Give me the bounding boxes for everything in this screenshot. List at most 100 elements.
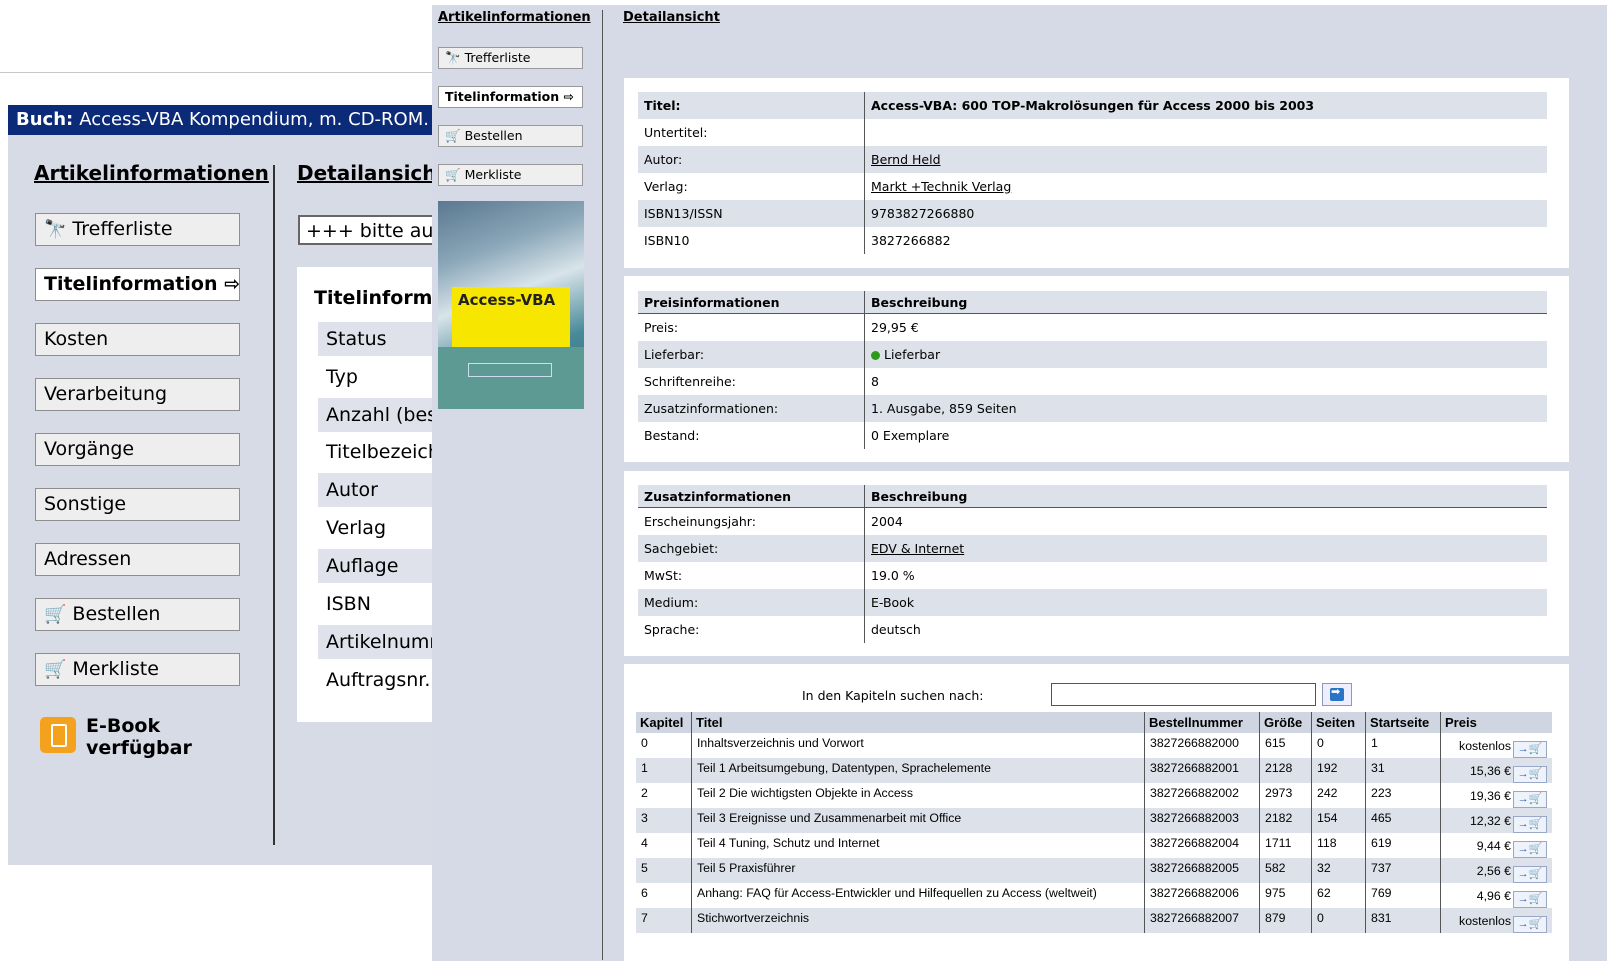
price-label: 15,36 € [1469, 764, 1511, 778]
book-title-bar: Buch: Access-VBA Kompendium, m. CD-ROM. [8, 105, 448, 135]
autor-label: Autor: [638, 146, 865, 173]
chapter-pages: 154 [1311, 808, 1366, 833]
extra-row-label: Medium: [638, 589, 865, 616]
button-label: Merkliste [464, 167, 522, 182]
chapter-pages: 242 [1311, 783, 1366, 808]
vorgaenge-button[interactable]: Vorgänge [35, 433, 240, 466]
ebook-line1: E-Book [86, 715, 161, 737]
top-divider [0, 72, 440, 73]
extra-row-label: MwSt: [644, 568, 683, 583]
add-to-cart-icon[interactable]: →🛒 [1513, 816, 1547, 833]
add-to-cart-icon[interactable]: →🛒 [1513, 841, 1547, 858]
isbn10-value: 3827266882 [864, 227, 1547, 254]
detail-heading[interactable]: Detailansicht [623, 10, 720, 25]
extra-row-label: Erscheinungsjahr: [644, 514, 756, 529]
trefferliste-button[interactable]: 🔭 Trefferliste [35, 213, 240, 246]
nav-heading[interactable]: Artikelinformationen [438, 10, 591, 25]
action-select[interactable]: +++ bitte aus [298, 215, 438, 245]
verarbeitung-button[interactable]: Verarbeitung [35, 378, 240, 411]
chapter-start-page: 31 [1365, 758, 1441, 783]
foreground-window: Artikelinformationen Detailansicht 🔭 Tref… [432, 5, 1607, 961]
order-number: 3827266882006 [1144, 883, 1260, 908]
chapter-pages: 62 [1311, 883, 1366, 908]
merkliste-button[interactable]: 🛒 Merkliste [438, 164, 583, 186]
extra-row-label: Sachgebiet: [638, 535, 865, 562]
price-row-label: Zusatzinformationen: [638, 395, 865, 422]
arrow-right-icon: ⇨ [224, 273, 240, 295]
chapter-start-page: 737 [1365, 858, 1441, 883]
chapter-price: 2,56 € →🛒 [1440, 858, 1552, 883]
chapter-size: 2182 [1259, 808, 1312, 833]
binoculars-icon: 🔭 [44, 219, 67, 240]
add-to-cart-icon[interactable]: →🛒 [1513, 791, 1547, 808]
chapter-start-page: 465 [1365, 808, 1441, 833]
nav-heading[interactable]: Artikelinformationen [34, 161, 269, 185]
add-to-cart-icon[interactable]: →🛒 [1513, 766, 1547, 783]
button-label: Bestellen [464, 128, 523, 143]
title-info-table: Titel: Access-VBA: 600 TOP-Makrolösungen… [638, 92, 1547, 254]
price-info-table: Preisinformationen Beschreibung Preis: 29,… [638, 291, 1547, 449]
adressen-button[interactable]: Adressen [35, 543, 240, 576]
chapter-pages: 32 [1311, 858, 1366, 883]
titel-value: Access-VBA: 600 TOP-Makrolösungen für Ac… [864, 92, 1547, 119]
ebook-icon [40, 717, 76, 753]
chapter-price: 4,96 € →🛒 [1440, 883, 1552, 908]
chapter-size: 2973 [1259, 783, 1312, 808]
untertitel-value [864, 119, 1547, 146]
autor-link[interactable]: Bernd Held [871, 152, 941, 167]
price-label: 12,32 € [1469, 814, 1511, 828]
sonstige-button[interactable]: Sonstige [35, 488, 240, 521]
merkliste-button[interactable]: 🛒 Merkliste [35, 653, 240, 686]
divider [602, 10, 603, 960]
chapter-title: Stichwortverzeichnis [691, 908, 1145, 933]
price-row-value: 1. Ausgabe, 859 Seiten [864, 395, 1547, 422]
chapter-pages: 0 [1311, 733, 1366, 758]
chapter-size: 975 [1259, 883, 1312, 908]
chapter-title: Teil 3 Ereignisse und Zusammenarbeit mit… [691, 808, 1145, 833]
add-to-cart-icon[interactable]: →🛒 [1513, 916, 1547, 933]
price-header-2: Beschreibung [864, 291, 1547, 314]
extra-row-value: 2004 [864, 507, 1547, 535]
order-number: 3827266882005 [1144, 858, 1260, 883]
price-label: kostenlos [1459, 914, 1511, 928]
price-row-label: Lieferbar: [638, 341, 865, 368]
cart-icon: 🛒 [44, 659, 67, 680]
background-window: Buch: Access-VBA Kompendium, m. CD-ROM. A… [8, 105, 476, 865]
bestellen-button[interactable]: 🛒 Bestellen [35, 598, 240, 631]
sachgebiet-link[interactable]: EDV & Internet [871, 541, 964, 556]
ebook-line2: verfügbar [86, 737, 192, 759]
col-header: Seiten [1311, 712, 1366, 733]
chapter-title: Teil 5 Praxisführer [691, 858, 1145, 883]
verlag-link[interactable]: Markt +Technik Verlag [871, 179, 1011, 194]
chapter-price: kostenlos →🛒 [1440, 733, 1552, 758]
chapter-start-page: 223 [1365, 783, 1441, 808]
detail-heading[interactable]: Detailansicht [297, 161, 447, 185]
chapter-row: 3 Teil 3 Ereignisse und Zusammenarbeit mi… [636, 808, 1552, 833]
chapter-row: 7 Stichwortverzeichnis 3827266882007 879 0 83… [636, 908, 1552, 933]
chapter-price: 15,36 € →🛒 [1440, 758, 1552, 783]
chapter-number: 0 [641, 736, 648, 750]
divider [273, 165, 275, 845]
search-go-button[interactable] [1322, 683, 1352, 706]
chapter-title: Inhaltsverzeichnis und Vorwort [691, 733, 1145, 758]
chapter-size: 582 [1259, 858, 1312, 883]
chapter-search-input[interactable] [1051, 683, 1316, 706]
chapter-number: 1 [636, 758, 692, 783]
binoculars-icon: 🔭 [445, 50, 461, 65]
order-number: 3827266882004 [1144, 833, 1260, 858]
titelinformation-button[interactable]: Titelinformation ⇨ [438, 86, 583, 108]
titelinformation-button[interactable]: Titelinformation ⇨ [35, 268, 240, 301]
price-row-label: Preis: [644, 320, 679, 335]
book-title: Access-VBA Kompendium, m. CD-ROM. [79, 109, 429, 130]
bestellen-button[interactable]: 🛒 Bestellen [438, 125, 583, 147]
order-number: 3827266882000 [1144, 733, 1260, 758]
trefferliste-button[interactable]: 🔭 Trefferliste [438, 47, 583, 69]
col-header: Bestellnummer [1144, 712, 1260, 733]
price-label: 19,36 € [1469, 789, 1511, 803]
chapter-title: Teil 2 Die wichtigsten Objekte in Access [691, 783, 1145, 808]
add-to-cart-icon[interactable]: →🛒 [1513, 741, 1547, 758]
kosten-button[interactable]: Kosten [35, 323, 240, 356]
add-to-cart-icon[interactable]: →🛒 [1513, 866, 1547, 883]
chapter-start-page: 1 [1365, 733, 1441, 758]
add-to-cart-icon[interactable]: →🛒 [1513, 891, 1547, 908]
